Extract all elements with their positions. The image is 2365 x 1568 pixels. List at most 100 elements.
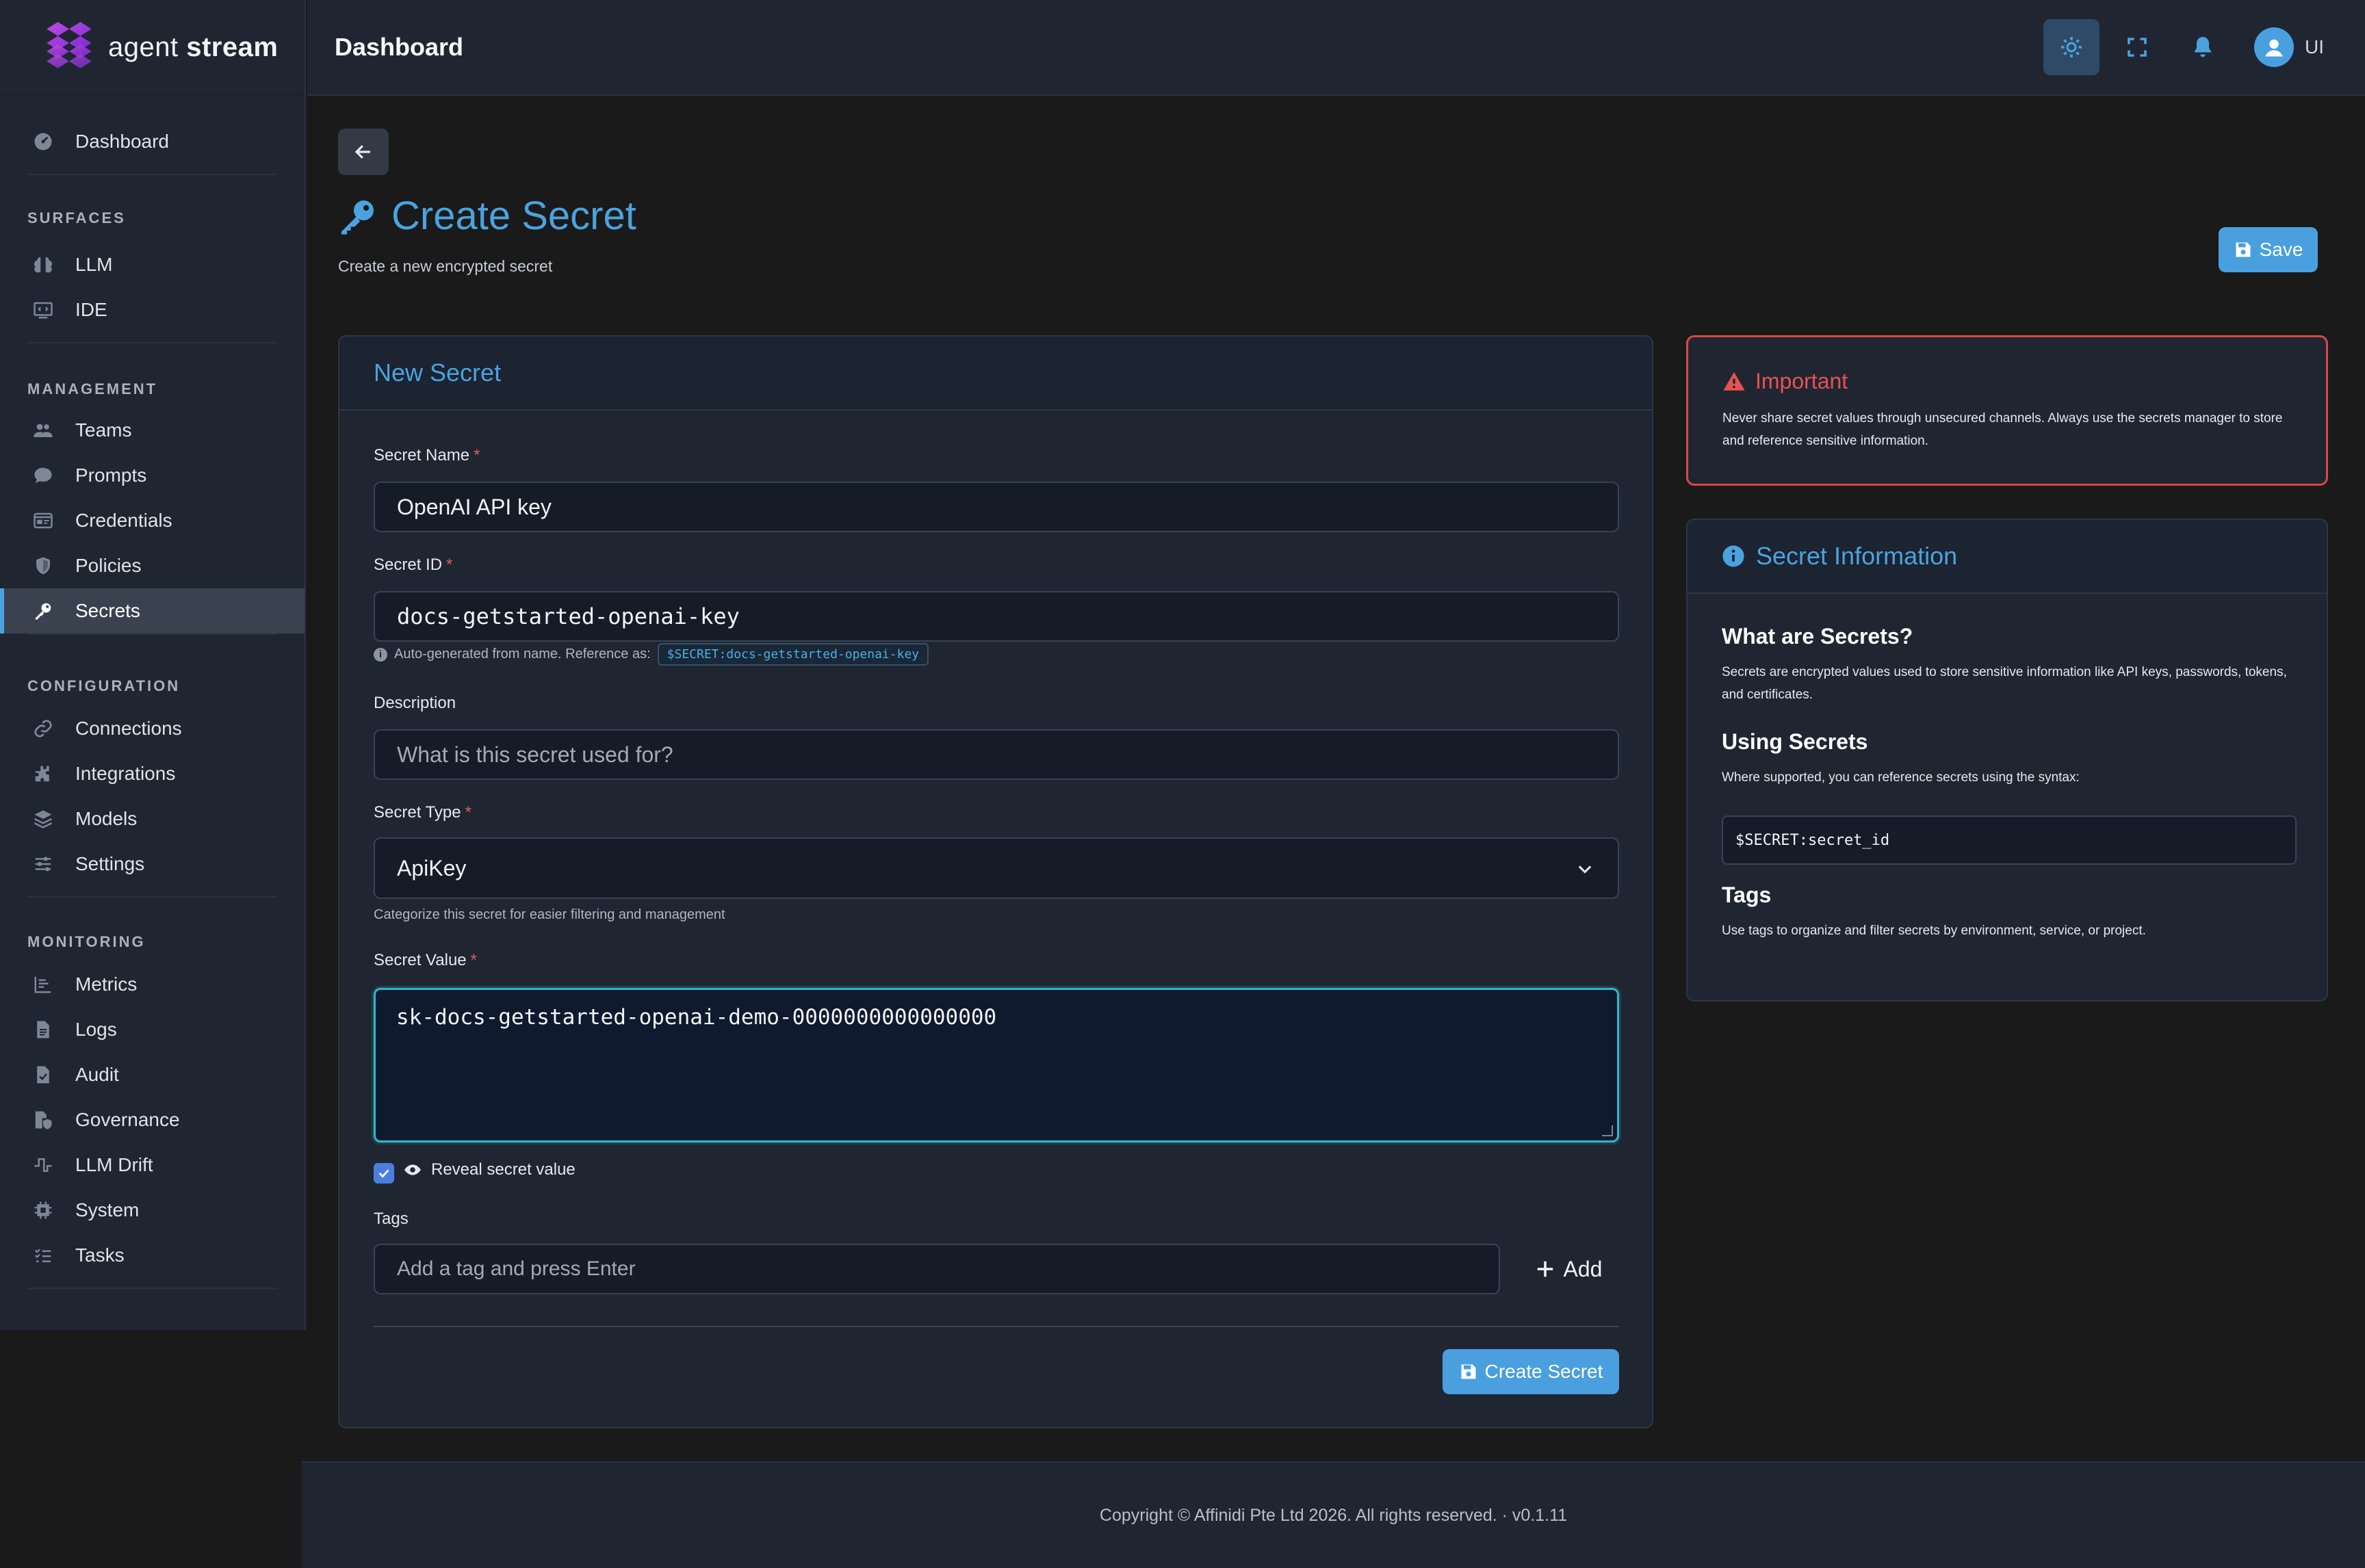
- eye-icon: [404, 1164, 421, 1175]
- arrow-left-icon: [354, 145, 370, 159]
- brand-name: agent stream: [108, 31, 279, 62]
- sidebar: agent stream Dashboard SURFACES LLM IDE …: [0, 0, 306, 1330]
- secret-id-hint-text: Auto-generated from name. Reference as:: [394, 646, 651, 662]
- cpu-icon: [31, 1199, 55, 1222]
- sidebar-item-label: LLM: [75, 254, 113, 275]
- form-card-title: New Secret: [339, 337, 1652, 410]
- back-button[interactable]: [338, 129, 389, 175]
- topbar-title: Dashboard: [335, 33, 464, 61]
- required-marker: *: [446, 556, 453, 574]
- info-icon: i: [374, 647, 387, 662]
- sidebar-item-label: IDE: [75, 299, 107, 320]
- page-title: Create Secret: [338, 193, 636, 239]
- sidebar-item-label: Secrets: [75, 600, 140, 621]
- important-title-text: Important: [1755, 369, 1848, 393]
- secret-value-textarea[interactable]: sk-docs-getstarted-openai-demo-000000000…: [374, 988, 1619, 1142]
- create-secret-label: Create Secret: [1484, 1361, 1603, 1382]
- description-input[interactable]: What is this secret used for?: [374, 729, 1619, 780]
- secret-type-label: Secret Type *: [374, 803, 471, 822]
- description-label: Description: [374, 694, 456, 712]
- link-icon: [31, 717, 55, 740]
- sidebar-item-settings[interactable]: Settings: [0, 841, 280, 887]
- monitor-code-icon: [31, 298, 55, 322]
- topbar-actions: UI: [2043, 19, 2324, 75]
- sidebar-item-label: Prompts: [75, 465, 147, 486]
- sidebar-item-label: Dashboard: [75, 131, 169, 152]
- important-text: Never share secret values through unsecu…: [1722, 411, 2283, 448]
- user-initials: UI: [2305, 36, 2324, 57]
- sidebar-item-models[interactable]: Models: [0, 796, 280, 841]
- reveal-checkbox[interactable]: [374, 1163, 394, 1184]
- resize-handle[interactable]: [1602, 1125, 1613, 1136]
- info-circle-icon: [1722, 545, 1744, 567]
- secret-name-label: Secret Name *: [374, 446, 480, 465]
- sidebar-item-label: Credentials: [75, 510, 172, 531]
- sidebar-item-audit[interactable]: Audit: [0, 1052, 280, 1097]
- sidebar-item-teams[interactable]: Teams: [0, 408, 280, 453]
- sidebar-item-system[interactable]: System: [0, 1188, 280, 1233]
- section-title-management: MANAGEMENT: [27, 380, 158, 397]
- save-button-label: Save: [2259, 239, 2303, 260]
- sidebar-item-governance[interactable]: Governance: [0, 1097, 280, 1142]
- reveal-secret-toggle[interactable]: Reveal secret value: [374, 1156, 576, 1184]
- tag-input[interactable]: Add a tag and press Enter: [374, 1244, 1500, 1294]
- sidebar-item-connections[interactable]: Connections: [0, 706, 280, 751]
- sidebar-item-label: Metrics: [75, 974, 138, 995]
- sidebar-item-policies[interactable]: Policies: [0, 543, 280, 588]
- sidebar-item-llm-drift[interactable]: LLM Drift: [0, 1142, 280, 1188]
- sidebar-item-llm[interactable]: LLM: [0, 242, 280, 287]
- floppy-disk-icon: [2236, 242, 2251, 257]
- brand-logo[interactable]: agent stream: [0, 0, 305, 96]
- plus-icon: [1537, 1261, 1553, 1277]
- notifications-button[interactable]: [2175, 19, 2231, 75]
- tags-text: Use tags to organize and filter secrets …: [1722, 924, 2146, 938]
- add-tag-label: Add: [1563, 1256, 1603, 1281]
- chevron-down-icon: [1578, 865, 1592, 874]
- secret-syntax-code: $SECRET:secret_id: [1722, 815, 2297, 865]
- sliders-icon: [31, 852, 55, 876]
- sidebar-item-prompts[interactable]: Prompts: [0, 453, 280, 498]
- section-title-monitoring: MONITORING: [27, 933, 146, 950]
- secret-reference-chip: $SECRET:docs-getstarted-openai-key: [657, 643, 929, 666]
- sidebar-item-metrics[interactable]: Metrics: [0, 962, 280, 1007]
- copyright-text: Copyright © Affinidi Pte Ltd 2026. All r…: [1099, 1505, 1568, 1525]
- divider: [374, 1326, 1619, 1327]
- section-title-configuration: CONFIGURATION: [27, 677, 181, 694]
- what-are-secrets-text: Secrets are encrypted values used to sto…: [1722, 665, 2287, 702]
- sidebar-item-label: Settings: [75, 853, 145, 874]
- page-title-text: Create Secret: [391, 194, 636, 238]
- sidebar-item-ide[interactable]: IDE: [0, 287, 280, 332]
- sidebar-item-integrations[interactable]: Integrations: [0, 751, 280, 796]
- sidebar-item-logs[interactable]: Logs: [0, 1007, 280, 1052]
- important-alert: Important Never share secret values thro…: [1686, 335, 2328, 486]
- reveal-label: Reveal secret value: [431, 1160, 576, 1179]
- sidebar-item-tasks[interactable]: Tasks: [0, 1233, 280, 1278]
- required-marker: *: [465, 803, 471, 822]
- secret-id-input[interactable]: docs-getstarted-openai-key: [374, 591, 1619, 642]
- brain-icon: [31, 253, 55, 276]
- required-marker: *: [470, 951, 477, 969]
- user-menu[interactable]: UI: [2254, 27, 2324, 67]
- secret-type-value: ApiKey: [397, 855, 467, 880]
- fullscreen-button[interactable]: [2109, 19, 2165, 75]
- layers-icon: [31, 807, 55, 831]
- theme-settings-button[interactable]: [2043, 19, 2099, 75]
- check-icon: [378, 1169, 389, 1178]
- puzzle-icon: [31, 762, 55, 785]
- secret-value-text: sk-docs-getstarted-openai-demo-000000000…: [396, 1005, 997, 1030]
- file-shield-icon: [31, 1108, 55, 1132]
- expand-icon: [2128, 38, 2147, 57]
- secret-name-input[interactable]: OpenAI API key: [374, 482, 1619, 532]
- secret-type-select[interactable]: ApiKey: [374, 837, 1619, 899]
- save-button[interactable]: Save: [2219, 227, 2318, 272]
- sidebar-item-dashboard[interactable]: Dashboard: [0, 119, 280, 164]
- sidebar-item-label: Logs: [75, 1019, 117, 1040]
- create-secret-button[interactable]: Create Secret: [1443, 1349, 1619, 1394]
- secret-id-label: Secret ID *: [374, 556, 453, 574]
- chart-bars-icon: [31, 973, 55, 996]
- sidebar-item-credentials[interactable]: Credentials: [0, 498, 280, 543]
- warning-triangle-icon: [1723, 371, 1745, 391]
- add-tag-button[interactable]: Add: [1521, 1248, 1616, 1290]
- sidebar-item-label: Tasks: [75, 1244, 125, 1266]
- sidebar-item-secrets[interactable]: Secrets: [0, 588, 305, 633]
